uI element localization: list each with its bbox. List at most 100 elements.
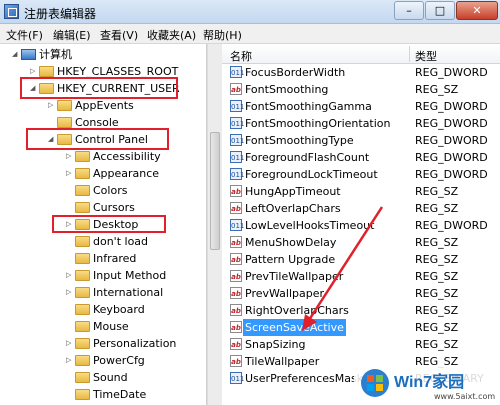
value-name: SnapSizing: [245, 338, 306, 351]
watermark-url: www.5aixt.com: [434, 392, 496, 401]
tree-node-colors[interactable]: Colors: [66, 182, 127, 199]
menu-file[interactable]: 文件(F): [6, 27, 43, 43]
folder-icon: [75, 355, 90, 366]
value-row[interactable]: 011 ForegroundLockTimeout REG_DWORD: [222, 166, 500, 183]
value-name: HungAppTimeout: [245, 185, 341, 198]
value-name: Pattern Upgrade: [245, 253, 336, 266]
tree-node-dont-load[interactable]: don't load: [66, 233, 148, 250]
window-controls: – □ ✕: [393, 1, 498, 20]
expand-arrow-icon[interactable]: ▷: [66, 165, 75, 182]
tree-node-appearance[interactable]: ▷ Appearance: [66, 165, 159, 182]
folder-icon: [75, 287, 90, 298]
value-name: PrevTileWallpaper: [245, 270, 344, 283]
value-row[interactable]: ab HungAppTimeout REG_SZ: [222, 183, 500, 200]
menu-help[interactable]: 帮助(H): [203, 27, 242, 43]
value-row[interactable]: ab ScreenSaveActive REG_SZ: [222, 319, 500, 336]
string-value-icon: ab: [230, 338, 242, 350]
menu-view[interactable]: 查看(V): [100, 27, 138, 43]
value-name: ScreenSaveActive: [243, 319, 346, 336]
string-value-icon: ab: [230, 83, 242, 95]
value-type: REG_SZ: [415, 83, 459, 96]
folder-icon: [75, 389, 90, 400]
value-row[interactable]: ab Pattern Upgrade REG_SZ: [222, 251, 500, 268]
tree-node-personalization[interactable]: ▷ Personalization: [66, 335, 176, 352]
value-row[interactable]: 011 FontSmoothingGamma REG_DWORD: [222, 98, 500, 115]
value-type: REG_DWORD: [415, 151, 488, 164]
tree-node-cursors[interactable]: Cursors: [66, 199, 135, 216]
dword-value-icon: 011: [230, 219, 244, 231]
tree-node-infrared[interactable]: Infrared: [66, 250, 136, 267]
folder-icon: [75, 270, 90, 281]
registry-tree: ◢ 计算机 ▷ HKEY_CLASSES_ROOT ◢ HKEY_CURRENT_US…: [0, 44, 207, 405]
tree-node-accessibility[interactable]: ▷ Accessibility: [66, 148, 161, 165]
tree-node-input-method[interactable]: ▷ Input Method: [66, 267, 166, 284]
tree-node-sound[interactable]: Sound: [66, 369, 128, 386]
folder-icon: [75, 151, 90, 162]
value-row[interactable]: 011 ForegroundFlashCount REG_DWORD: [222, 149, 500, 166]
folder-icon: [75, 168, 90, 179]
folder-icon: [57, 117, 72, 128]
value-type: REG_SZ: [415, 253, 459, 266]
tree-node-timedate[interactable]: TimeDate: [66, 386, 146, 403]
value-row[interactable]: ab RightOverlapChars REG_SZ: [222, 302, 500, 319]
highlight-box-control-panel: [26, 128, 169, 150]
tree-node-international[interactable]: ▷ International: [66, 284, 163, 301]
expand-arrow-icon[interactable]: ▷: [66, 267, 75, 284]
watermark-brand: Win7家园: [394, 374, 465, 391]
column-divider[interactable]: [409, 46, 410, 62]
value-type: REG_SZ: [415, 270, 459, 283]
string-value-icon: ab: [230, 321, 242, 333]
folder-icon: [75, 236, 90, 247]
value-type: REG_DWORD: [415, 66, 488, 79]
value-row[interactable]: 011 FontSmoothingType REG_DWORD: [222, 132, 500, 149]
computer-icon: [21, 49, 36, 60]
string-value-icon: ab: [230, 304, 242, 316]
column-header-name[interactable]: 名称: [230, 48, 252, 64]
tree-scrollbar[interactable]: [207, 44, 222, 405]
string-value-icon: ab: [230, 185, 242, 197]
expand-arrow-icon[interactable]: ▷: [66, 335, 75, 352]
value-name: LowLevelHooksTimeout: [245, 219, 375, 232]
expand-arrow-icon[interactable]: ▷: [48, 97, 57, 114]
value-row[interactable]: ab SnapSizing REG_SZ: [222, 336, 500, 353]
value-row[interactable]: ab PrevTileWallpaper REG_SZ: [222, 268, 500, 285]
folder-icon: [75, 338, 90, 349]
minimize-button[interactable]: –: [394, 1, 424, 20]
value-name: FontSmoothing: [245, 83, 329, 96]
dword-value-icon: 011: [230, 100, 244, 112]
value-type: REG_SZ: [415, 287, 459, 300]
menu-favorites[interactable]: 收藏夹(A): [147, 27, 196, 43]
string-value-icon: ab: [230, 270, 242, 282]
close-button[interactable]: ✕: [456, 1, 498, 20]
value-name: UserPreferencesMask: [245, 372, 364, 385]
maximize-button[interactable]: □: [425, 1, 455, 20]
value-row[interactable]: ab MenuShowDelay REG_SZ: [222, 234, 500, 251]
value-row[interactable]: ab LeftOverlapChars REG_SZ: [222, 200, 500, 217]
value-type: REG_DWORD: [415, 168, 488, 181]
expand-arrow-icon[interactable]: ▷: [66, 352, 75, 369]
value-row[interactable]: ab FontSmoothing REG_SZ: [222, 81, 500, 98]
tree-node-appevents[interactable]: ▷ AppEvents: [48, 97, 134, 114]
tree-node-keyboard[interactable]: Keyboard: [66, 301, 145, 318]
value-row[interactable]: 011 LowLevelHooksTimeout REG_DWORD: [222, 217, 500, 234]
collapse-arrow-icon[interactable]: ◢: [12, 46, 21, 63]
expand-arrow-icon[interactable]: ▷: [66, 284, 75, 301]
value-row[interactable]: 011 FontSmoothingOrientation REG_DWORD: [222, 115, 500, 132]
value-type: REG_SZ: [415, 202, 459, 215]
values-list: 名称 类型 011 FocusBorderWidth REG_DWORD ab Font…: [222, 44, 500, 405]
folder-icon: [75, 372, 90, 383]
menu-edit[interactable]: 编辑(E): [53, 27, 91, 43]
tree-node-computer[interactable]: ◢ 计算机: [12, 46, 72, 63]
value-row[interactable]: ab PrevWallpaper REG_SZ: [222, 285, 500, 302]
tree-node-powercfg[interactable]: ▷ PowerCfg: [66, 352, 145, 369]
expand-arrow-icon[interactable]: ▷: [66, 148, 75, 165]
dword-value-icon: 011: [230, 168, 244, 180]
value-row[interactable]: 011 FocusBorderWidth REG_DWORD: [222, 64, 500, 81]
tree-node-mouse[interactable]: Mouse: [66, 318, 129, 335]
tree-scrollbar-thumb[interactable]: [210, 132, 220, 250]
windows-logo-icon: [361, 369, 389, 397]
value-name: RightOverlapChars: [245, 304, 349, 317]
binary-value-icon: 011: [230, 372, 244, 384]
string-value-icon: ab: [230, 253, 242, 265]
column-header-type[interactable]: 类型: [415, 48, 437, 64]
